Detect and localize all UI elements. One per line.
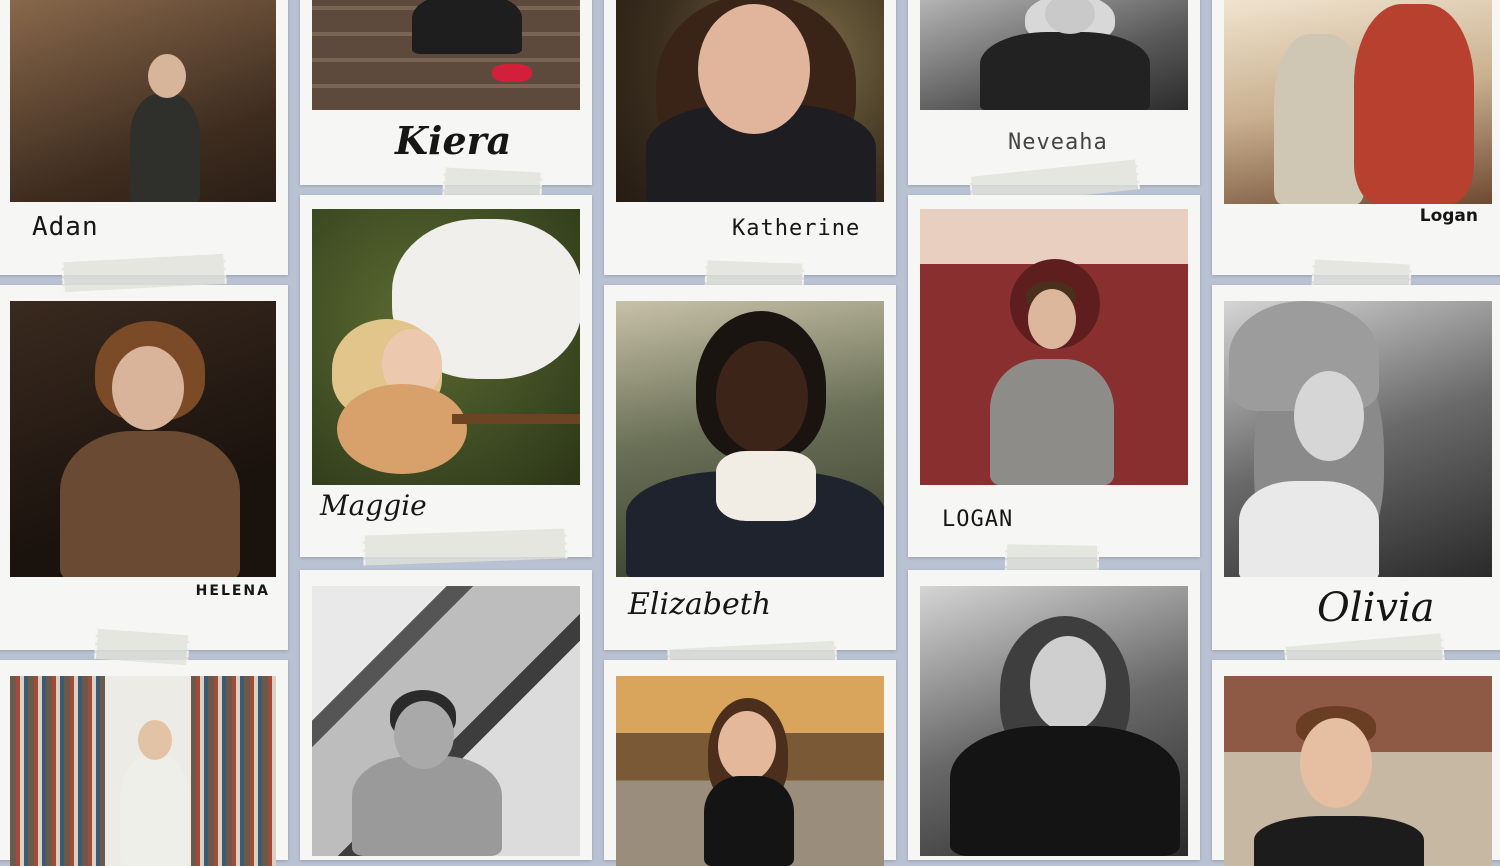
polaroid-card-helena: HELENA	[0, 285, 288, 650]
photo-maggie	[312, 209, 580, 485]
polaroid-card-glasses	[1212, 660, 1500, 866]
caption-kiera: Kiera	[395, 118, 512, 163]
photo-helena	[10, 301, 276, 577]
caption-katherine: Katherine	[732, 216, 861, 241]
polaroid-card-path	[604, 660, 896, 866]
polaroid-card-logan-train: LOGAN	[908, 195, 1200, 557]
caption-olivia: Olivia	[1317, 585, 1435, 631]
photo-bw-portrait	[920, 586, 1188, 856]
photo-adan	[10, 0, 276, 202]
caption-elizabeth: Elizabeth	[628, 587, 772, 622]
caption-helena: HELENA	[195, 583, 270, 599]
polaroid-card-adan: Adan	[0, 0, 288, 275]
caption-adan: Adan	[32, 212, 99, 242]
polaroid-card-geometric	[300, 570, 592, 860]
caption-logan: Logan	[1419, 206, 1478, 226]
polaroid-card-elizabeth: Elizabeth	[604, 285, 896, 650]
polaroid-card-olivia: Olivia	[1212, 285, 1500, 650]
photo-library	[10, 676, 276, 866]
caption-neveaha: Neveaha	[1008, 130, 1108, 155]
photo-glasses	[1224, 676, 1492, 866]
polaroid-card-neveaha: Neveaha	[908, 0, 1200, 185]
photo-logan-train	[920, 209, 1188, 485]
polaroid-card-katherine: Katherine	[604, 0, 896, 275]
polaroid-card-logan-guitar: Logan	[1212, 0, 1500, 275]
photo-path	[616, 676, 884, 866]
polaroid-card-library	[0, 660, 288, 866]
polaroid-card-bw-portrait	[908, 570, 1200, 860]
photo-elizabeth	[616, 301, 884, 577]
photo-neveaha	[920, 0, 1188, 110]
photo-logan-guitar	[1224, 0, 1492, 204]
caption-logan-upper: LOGAN	[942, 507, 1014, 532]
photo-katherine	[616, 0, 884, 202]
polaroid-card-kiera: Kiera	[300, 0, 592, 185]
caption-maggie: Maggie	[320, 489, 427, 522]
photo-olivia	[1224, 301, 1492, 577]
photo-kiera	[312, 0, 580, 110]
polaroid-card-maggie: Maggie	[300, 195, 592, 557]
photo-geometric	[312, 586, 580, 856]
tape-strip	[362, 528, 568, 566]
